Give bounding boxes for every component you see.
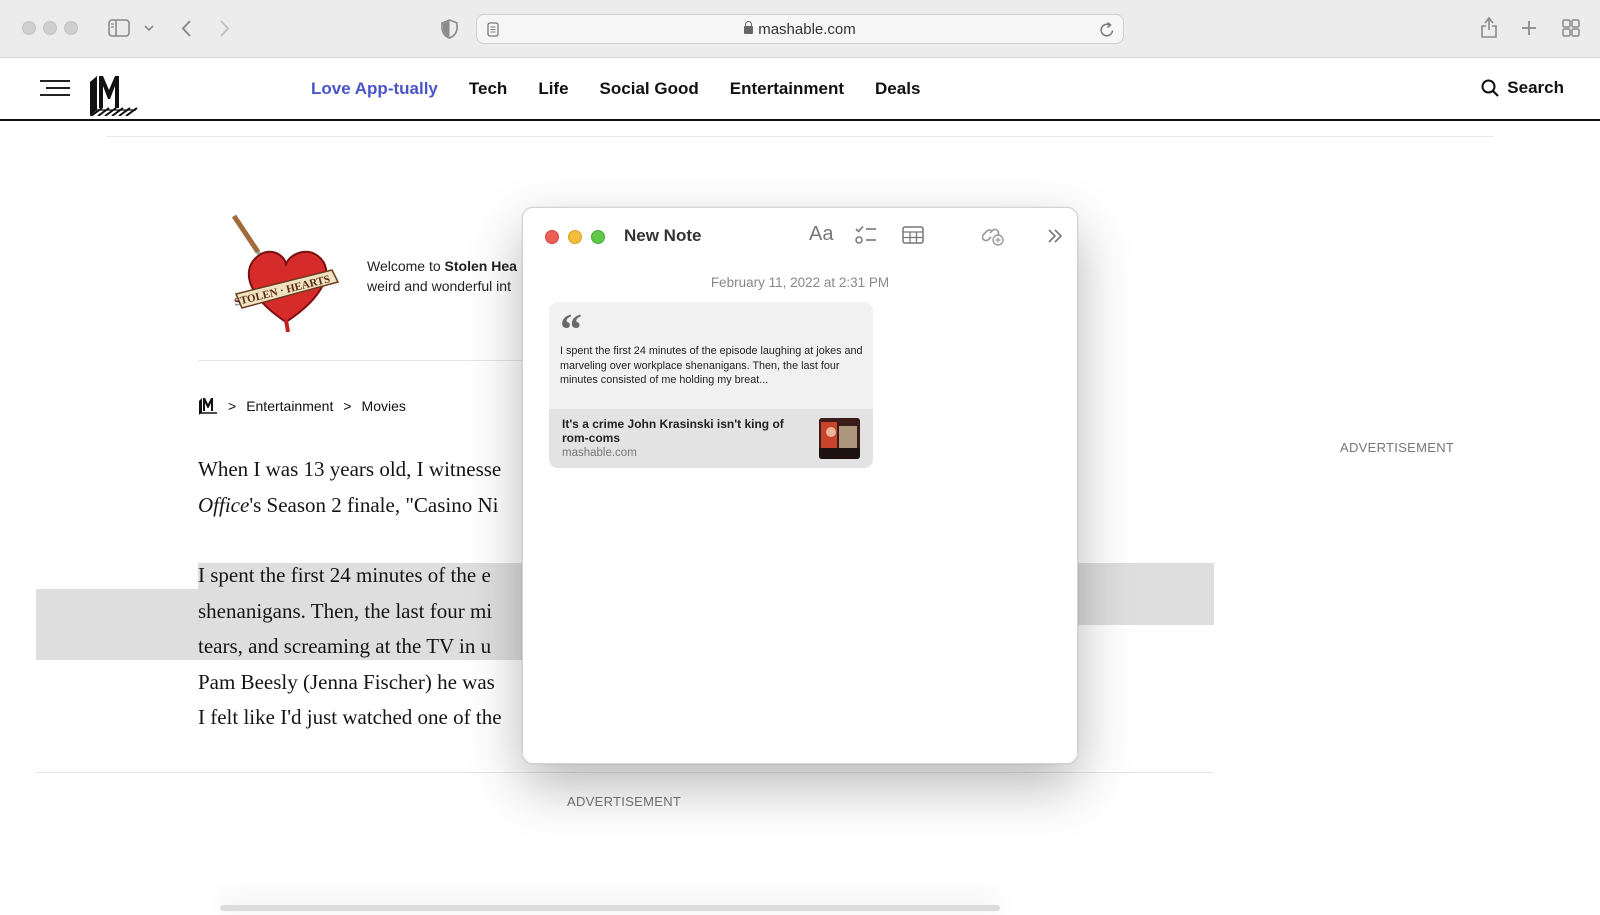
close-window-button[interactable] [22,21,36,35]
search-button[interactable]: Search [1481,78,1564,98]
paragraph-line: Pam Beesly (Jenna Fischer) he was [198,669,495,694]
article-paragraph-1: When I was 13 years old, I witnesse Offi… [198,452,528,523]
divider [106,136,1494,137]
zoom-window-button[interactable] [64,21,78,35]
paragraph-line: Office's Season 2 finale, "Casino Ni [198,488,528,524]
paragraph-line: shenanigans. Then, the last four mi [198,598,493,623]
reload-icon[interactable] [1099,21,1115,38]
search-icon [1481,79,1500,97]
format-text-icon[interactable]: Aa [809,223,833,246]
paragraph-line: When I was 13 years old, I witnesse [198,457,502,481]
address-bar[interactable]: mashable.com [476,14,1124,44]
highlight-quote-card[interactable]: “ I spent the first 24 minutes of the ep… [549,302,873,468]
link-title: It's a crime John Krasinski isn't king o… [562,417,784,445]
privacy-shield-icon[interactable] [441,19,458,39]
italic-show-title: Office [198,492,250,517]
mashable-small-logo[interactable] [198,396,218,415]
nav-entertainment[interactable]: Entertainment [730,79,844,99]
url-label: mashable.com [758,21,856,38]
forward-arrow-icon[interactable] [219,19,231,38]
url-text: mashable.com [477,21,1123,38]
nav-tech[interactable]: Tech [469,79,507,99]
paragraph-line-rest: 's Season 2 finale, "Casino Ni [249,492,499,517]
banner-line2: weird and wonderful int [367,278,511,294]
back-arrow-icon[interactable] [180,19,192,38]
quote-text: I spent the first 24 minutes of the epis… [560,345,863,386]
breadcrumb-movies[interactable]: Movies [362,398,406,414]
banner-prefix: Welcome to [367,258,445,274]
note-date: February 11, 2022 at 2:31 PM [710,275,890,290]
paragraph-line: tears, and screaming at the TV in u [198,634,492,658]
nav-deals[interactable]: Deals [875,79,920,99]
mashable-logo[interactable] [88,70,138,116]
link-domain: mashable.com [562,447,637,459]
breadcrumb-separator: > [228,397,237,414]
search-label: Search [1507,78,1564,97]
site-header: Love App-tually Tech Life Social Good En… [0,58,1600,121]
divider [198,360,528,361]
breadcrumb-separator: > [343,397,352,414]
sidebar-icon[interactable] [108,19,130,37]
breadcrumb: > Entertainment > Movies [198,396,406,415]
paragraph-line: I spent the first 24 minutes of the e [198,563,491,587]
browser-toolbar: mashable.com [0,0,1600,58]
tab-overview-icon[interactable] [1562,19,1580,37]
nav-life[interactable]: Life [538,79,568,99]
divider [36,772,1214,773]
link-preview[interactable]: It's a crime John Krasinski isn't king o… [549,409,873,468]
article-paragraph-2: I spent the first 24 minutes of the e sh… [198,558,528,736]
link-thumbnail [819,418,860,459]
main-nav: Love App-tually Tech Life Social Good En… [311,79,951,99]
advertisement-label: ADVERTISEMENT [1340,440,1455,455]
stolen-hearts-logo[interactable]: STOLEN · HEARTS [228,212,344,332]
table-icon[interactable] [902,226,924,244]
advertisement-label: ADVERTISEMENT [567,794,682,809]
minimize-window-button[interactable] [43,21,57,35]
breadcrumb-entertainment[interactable]: Entertainment [246,398,333,414]
nav-social-good[interactable]: Social Good [600,79,699,99]
checklist-icon[interactable] [855,225,877,245]
chevron-double-right-icon[interactable] [1047,229,1063,243]
quick-note-window[interactable]: New Note Aa February 11, 2022 at 2:31 PM… [522,207,1078,764]
note-title: New Note [624,226,702,245]
add-link-icon[interactable] [982,224,1005,246]
banner-text: Welcome to Stolen Hea weird and wonderfu… [367,256,537,296]
share-icon[interactable] [1480,16,1498,39]
lock-icon [744,21,754,34]
banner-bold: Stolen Hea [444,258,517,274]
nav-love-app-tually[interactable]: Love App-tually [311,79,438,99]
scroll-edge [220,905,1000,911]
chevron-down-icon[interactable] [144,25,154,32]
note-minimize-button[interactable] [568,230,582,244]
menu-icon[interactable] [40,80,70,98]
paragraph-line: I felt like I'd just watched one of the [198,705,502,729]
new-tab-icon[interactable] [1521,20,1537,36]
note-close-button[interactable] [545,230,559,244]
note-zoom-button[interactable] [591,230,605,244]
